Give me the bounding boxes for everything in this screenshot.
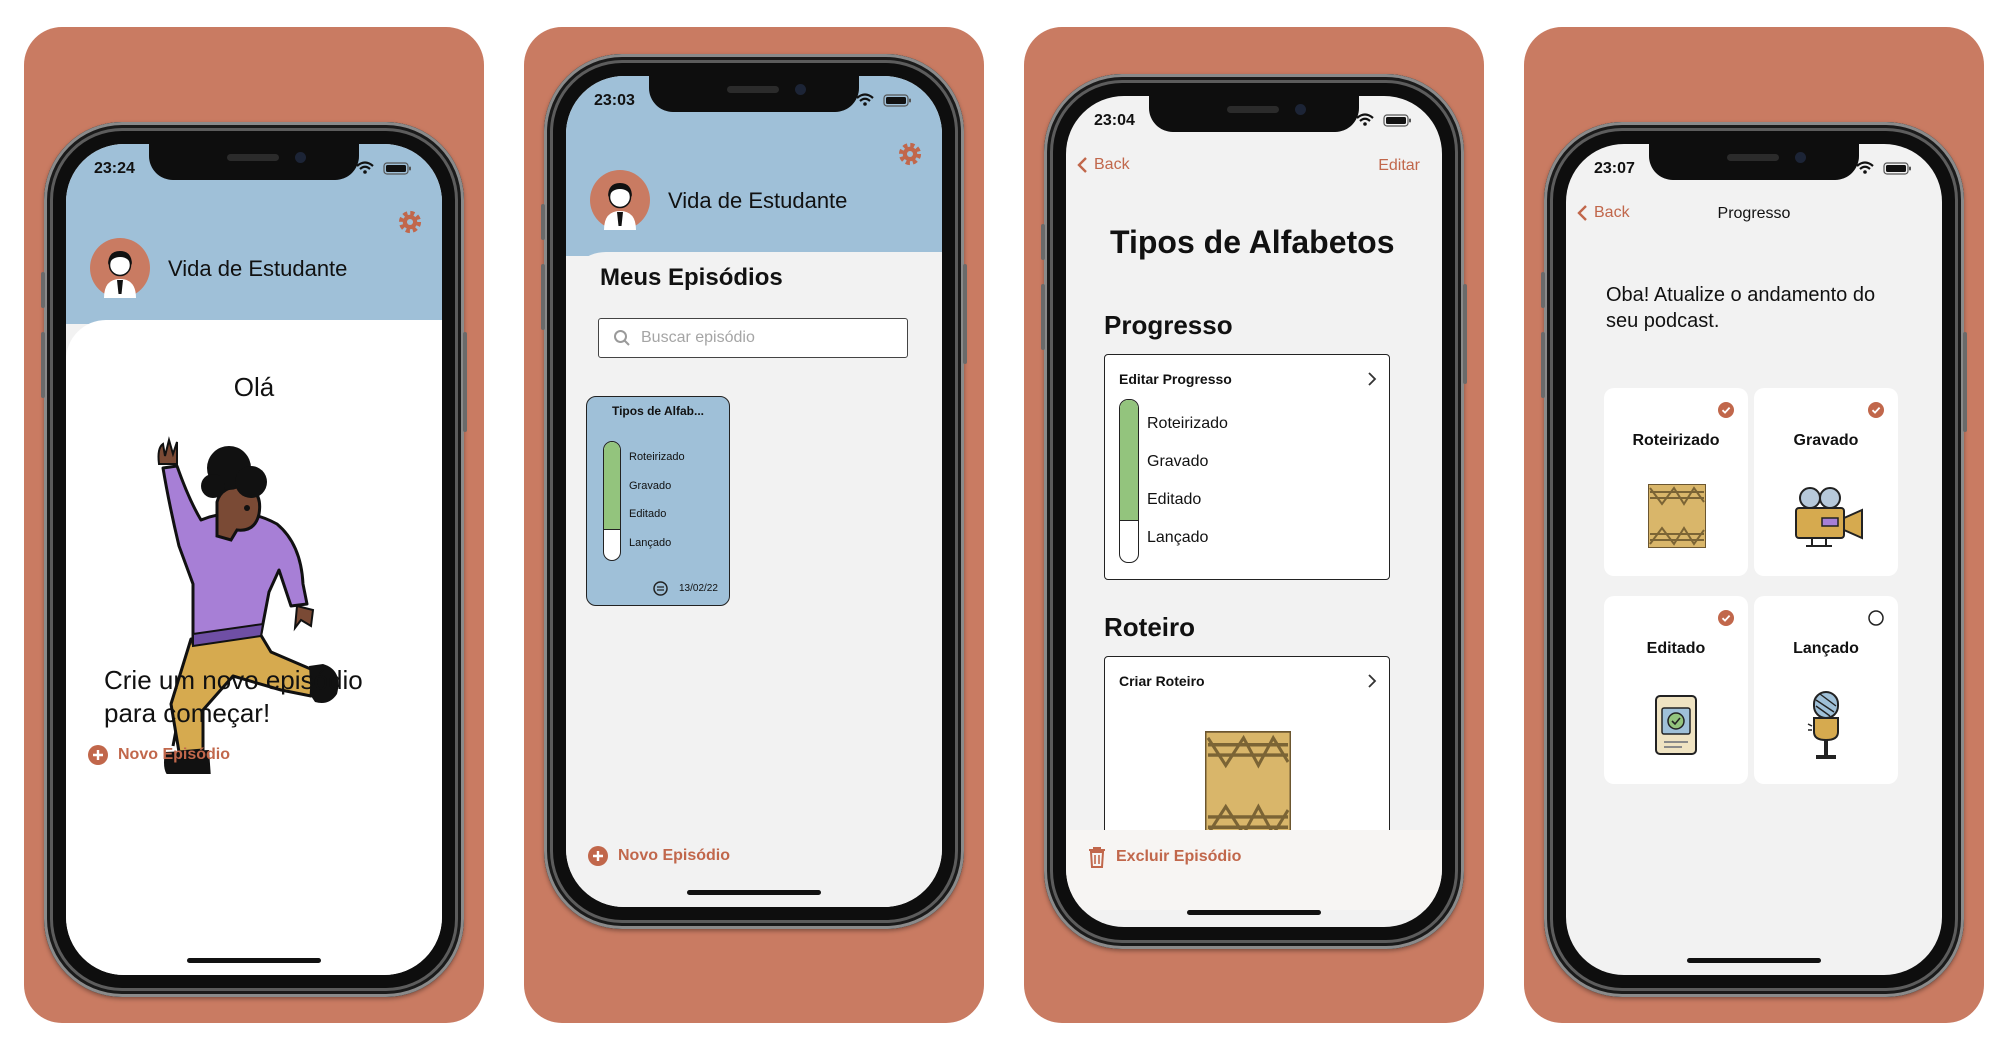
chevron-right-icon [1368, 674, 1377, 688]
episode-progress-bar [603, 441, 621, 561]
plus-circle-icon [88, 745, 108, 765]
promo-panel-episode-detail: 23:04 Back Editar Tipos de Alfabetos Pro… [1024, 27, 1484, 1023]
phone-frame: 23:24 Vida de Estudante Olá Crie um novo… [41, 122, 467, 997]
progress-heading: Progresso [1104, 310, 1233, 340]
back-label: Back [1094, 156, 1130, 173]
phone-frame: 23:04 Back Editar Tipos de Alfabetos Pro… [1041, 74, 1467, 949]
check-circle-icon [1718, 610, 1734, 626]
episode-progress-bar [1119, 399, 1139, 563]
nav-title: Progresso [1717, 205, 1791, 222]
step-card-label: Editado [1646, 640, 1706, 657]
status-time: 23:03 [594, 92, 635, 109]
progress-step-3: Editado [1147, 491, 1202, 508]
episode-step-4: Lançado [629, 537, 672, 549]
header-title: Vida de Estudante [668, 188, 848, 213]
phone-frame: 23:07 Back Progresso Oba! Atualize o and… [1541, 122, 1967, 997]
home-indicator [187, 958, 321, 963]
episode-date: 13/02/22 [679, 583, 718, 594]
edit-progress-link[interactable]: Editar Progresso [1119, 371, 1232, 387]
episode-card-title: Tipos de Alfab... [611, 404, 704, 418]
delete-episode-button[interactable]: Excluir Episódio [1088, 846, 1241, 868]
search-icon [614, 330, 630, 346]
progress-message: Oba! Atualize o andamento do seu podcast… [1606, 282, 1875, 334]
step-card-roteirizado[interactable]: Roteirizado [1604, 388, 1748, 576]
step-card-label: Lançado [1793, 640, 1859, 657]
chevron-left-icon [1077, 157, 1087, 173]
calendar-icon [653, 581, 668, 596]
section-title: Meus Episódios [600, 264, 783, 291]
progress-box[interactable]: Editar Progresso Roteirizado Gravado Edi… [1104, 354, 1390, 580]
screen-progress: 23:07 Back Progresso Oba! Atualize o and… [1566, 144, 1942, 975]
step-card-editado[interactable]: Editado [1604, 596, 1748, 784]
status-bar-icons [1855, 161, 1913, 176]
video-camera-icon [1795, 487, 1863, 547]
gear-icon[interactable] [396, 208, 424, 236]
promo-panel-episodes: 23:03 Vida de Estudante Meus Episódios B… [524, 27, 984, 1023]
back-button[interactable]: Back [1076, 156, 1130, 174]
screen-episode-detail: 23:04 Back Editar Tipos de Alfabetos Pro… [1066, 96, 1442, 927]
script-heading: Roteiro [1104, 612, 1195, 642]
status-bar-icons [855, 93, 913, 108]
promo-panel-progress: 23:07 Back Progresso Oba! Atualize o and… [1524, 27, 1984, 1023]
progress-message-line-1: Oba! Atualize o andamento do [1606, 284, 1876, 306]
home-indicator [687, 890, 821, 895]
greeting: Olá [233, 372, 275, 402]
check-circle-icon [1718, 402, 1734, 418]
chevron-right-icon [1368, 372, 1377, 386]
empty-state-line-1: Crie um novo episódio [104, 665, 363, 695]
step-card-label: Roteirizado [1632, 432, 1720, 449]
microphone-icon [1807, 691, 1839, 759]
episode-step-1: Roteirizado [629, 451, 685, 463]
plus-circle-icon [588, 846, 608, 866]
status-time: 23:24 [94, 160, 135, 177]
header-title: Vida de Estudante [168, 256, 348, 281]
step-card-gravado[interactable]: Gravado [1754, 388, 1898, 576]
script-paper-icon [1205, 731, 1291, 841]
promo-panel-welcome: 23:24 Vida de Estudante Olá Crie um novo… [24, 27, 484, 1023]
episode-step-3: Editado [629, 508, 667, 520]
avatar [90, 238, 150, 298]
new-episode-button[interactable]: Novo Episódio [588, 846, 730, 866]
home-indicator [1687, 958, 1821, 963]
progress-step-1: Roteirizado [1147, 415, 1228, 432]
phone-frame: 23:03 Vida de Estudante Meus Episódios B… [541, 54, 967, 929]
search-field[interactable]: Buscar episódio [598, 318, 908, 358]
status-time: 23:04 [1094, 112, 1135, 129]
new-episode-label: Novo Episódio [118, 746, 230, 763]
status-time: 23:07 [1594, 160, 1635, 177]
home-indicator [1187, 910, 1321, 915]
progress-message-line-2: seu podcast. [1606, 310, 1720, 332]
edit-button[interactable]: Editar [1378, 157, 1420, 175]
episode-title: Tipos de Alfabetos [1110, 224, 1395, 260]
episode-step-2: Gravado [629, 480, 672, 492]
screen-welcome: 23:24 Vida de Estudante Olá Crie um novo… [66, 144, 442, 975]
delete-episode-label: Excluir Episódio [1116, 848, 1242, 865]
progress-step-4: Lançado [1147, 529, 1209, 546]
new-episode-button[interactable]: Novo Episódio [88, 745, 230, 765]
create-script-link[interactable]: Criar Roteiro [1119, 673, 1205, 689]
search-placeholder: Buscar episódio [641, 329, 755, 346]
status-bar-icons [1355, 113, 1413, 128]
episode-card[interactable]: Tipos de Alfab... Roteirizado Gravado Ed… [586, 396, 730, 606]
status-bar-icons [355, 161, 413, 176]
bottom-toolbar: Excluir Episódio [1066, 830, 1442, 910]
step-card-lancado[interactable]: Lançado [1754, 596, 1898, 784]
check-circle-icon [1868, 402, 1884, 418]
new-episode-label: Novo Episódio [618, 847, 730, 864]
empty-state-message: Crie um novo episódio para começar! [104, 664, 363, 730]
empty-state-line-2: para começar! [104, 698, 271, 728]
script-paper-icon [1648, 484, 1706, 548]
step-card-label: Gravado [1793, 432, 1859, 449]
gear-icon[interactable] [896, 140, 924, 168]
progress-step-2: Gravado [1147, 453, 1209, 470]
avatar [590, 170, 650, 230]
empty-circle-icon [1868, 610, 1884, 626]
edit-tablet-icon [1655, 695, 1697, 755]
trash-icon [1089, 847, 1105, 868]
screen-episodes: 23:03 Vida de Estudante Meus Episódios B… [566, 76, 942, 907]
